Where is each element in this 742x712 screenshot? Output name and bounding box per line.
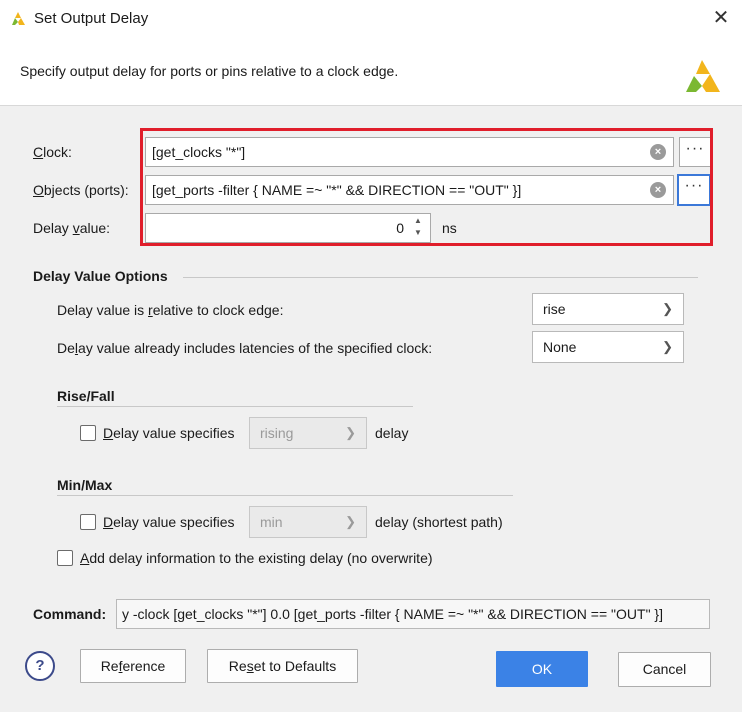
risefall-title: Rise/Fall	[57, 388, 115, 404]
risefall-suffix: delay	[375, 425, 409, 441]
delay-value-label: Delay value:	[33, 220, 111, 236]
reference-button[interactable]: Reference	[80, 649, 186, 683]
window-title: Set Output Delay	[34, 10, 149, 27]
minmax-checkbox[interactable]	[80, 514, 96, 530]
highlight-box	[140, 128, 713, 246]
minmax-value: min	[260, 514, 283, 530]
options-divider	[183, 277, 698, 278]
reset-defaults-button[interactable]: Reset to Defaults	[207, 649, 358, 683]
vivado-logo-icon	[686, 60, 720, 92]
close-icon[interactable]: ✕	[707, 4, 735, 32]
risefall-divider	[57, 406, 413, 407]
latency-value: None	[543, 339, 577, 355]
add-delay-checkbox[interactable]	[57, 550, 73, 566]
add-delay-label: Add delay information to the existing de…	[80, 550, 433, 566]
relative-edge-select[interactable]: rise ❯	[532, 293, 684, 325]
objects-label: Objects (ports):	[33, 182, 129, 198]
relative-label: Delay value is relative to clock edge:	[57, 302, 284, 318]
command-label: Command:	[33, 606, 107, 622]
relative-edge-value: rise	[543, 301, 566, 317]
command-field[interactable]: y -clock [get_clocks "*"] 0.0 [get_ports…	[116, 599, 710, 629]
options-title: Delay Value Options	[33, 268, 168, 284]
risefall-value: rising	[260, 425, 294, 441]
help-button[interactable]: ?	[25, 651, 55, 681]
command-value: y -clock [get_clocks "*"] 0.0 [get_ports…	[122, 606, 663, 622]
dialog-description: Specify output delay for ports or pins r…	[20, 63, 399, 79]
app-logo-icon	[12, 12, 25, 25]
cancel-button[interactable]: Cancel	[618, 652, 711, 687]
risefall-select[interactable]: rising ❯	[249, 417, 367, 449]
minmax-check-label: Delay value specifies	[103, 514, 235, 530]
minmax-select[interactable]: min ❯	[249, 506, 367, 538]
chevron-down-icon: ❯	[662, 301, 673, 316]
latency-select[interactable]: None ❯	[532, 331, 684, 363]
risefall-check-label: Delay value specifies	[103, 425, 235, 441]
ok-button[interactable]: OK	[496, 651, 588, 687]
chevron-down-icon: ❯	[345, 514, 356, 529]
minmax-divider	[57, 495, 513, 496]
chevron-down-icon: ❯	[345, 425, 356, 440]
clock-label: Clock:	[33, 144, 72, 160]
minmax-title: Min/Max	[57, 477, 113, 493]
latency-label: Delay value already includes latencies o…	[57, 340, 433, 356]
minmax-suffix: delay (shortest path)	[375, 514, 503, 530]
chevron-down-icon: ❯	[662, 339, 673, 354]
risefall-checkbox[interactable]	[80, 425, 96, 441]
